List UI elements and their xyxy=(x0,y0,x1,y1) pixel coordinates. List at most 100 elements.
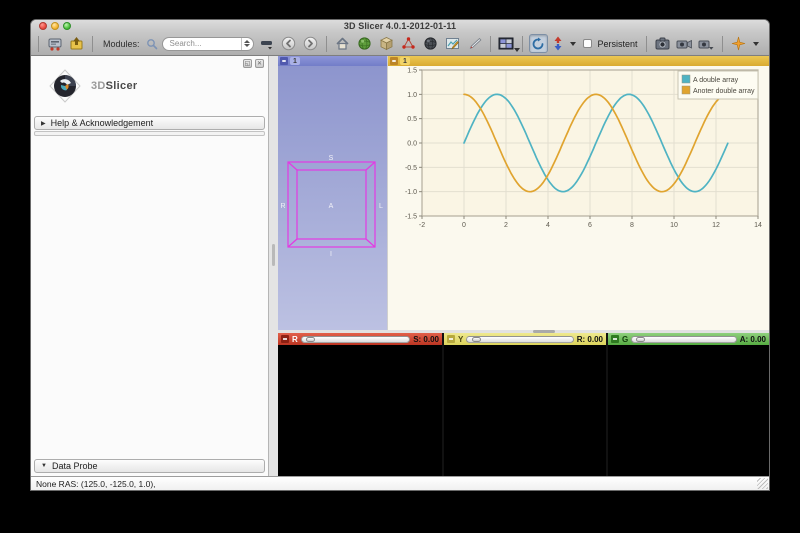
camera-icon xyxy=(655,37,670,50)
toolbar-separator xyxy=(490,36,491,52)
module-mesh-button[interactable] xyxy=(421,34,440,53)
panel-close-icon[interactable]: ✕ xyxy=(255,59,264,68)
svg-text:-1.0: -1.0 xyxy=(405,189,417,196)
orientation-letter-a: A xyxy=(329,203,334,210)
module-measure-button[interactable] xyxy=(465,34,484,53)
persistent-label: Persistent xyxy=(598,39,638,49)
threed-view-tab[interactable]: 1 xyxy=(290,57,300,65)
persistent-checkbox[interactable] xyxy=(583,39,592,48)
dropdown-caret-icon[interactable] xyxy=(753,42,759,46)
scene-view-restore-icon xyxy=(698,37,715,50)
module-models-button[interactable] xyxy=(355,34,374,53)
svg-text:0: 0 xyxy=(462,222,466,229)
toolbar-separator xyxy=(522,36,523,52)
modules-label: Modules: xyxy=(103,39,140,49)
green-slice-view: G A: 0.00 xyxy=(608,333,769,476)
resize-grip[interactable] xyxy=(757,478,768,489)
pin-icon[interactable] xyxy=(280,57,288,65)
restore-scene-view-button[interactable] xyxy=(697,34,716,53)
home-icon xyxy=(335,36,350,51)
save-button[interactable] xyxy=(67,34,86,53)
red-slice-view: R S: 0.00 xyxy=(278,333,442,476)
combobox-stepper-icon xyxy=(241,38,253,50)
module-panel: ◱ ✕ 3DSlicer ▶ Help & Ac xyxy=(31,56,269,476)
chart-view-tab[interactable]: 1 xyxy=(400,57,410,65)
slider-handle[interactable] xyxy=(636,337,645,342)
minimize-window-button[interactable] xyxy=(51,22,59,30)
svg-text:0.5: 0.5 xyxy=(407,116,417,123)
main-area: ◱ ✕ 3DSlicer ▶ Help & Ac xyxy=(31,56,769,476)
green-slice-controller: G A: 0.00 xyxy=(608,333,769,345)
chart-view-header: 1 xyxy=(388,56,769,66)
yellow-slice-view: Y R: 0.00 xyxy=(444,333,606,476)
pin-icon[interactable] xyxy=(390,57,398,65)
svg-text:10: 10 xyxy=(670,222,678,229)
editor-chart-icon xyxy=(445,36,460,51)
screenshot-button[interactable] xyxy=(653,34,672,53)
splitter-handle[interactable] xyxy=(272,244,275,266)
svg-text:-2: -2 xyxy=(419,222,425,229)
chart-viewport[interactable]: -202468101214-1.5-1.0-0.50.00.51.01.5A d… xyxy=(388,66,769,330)
pin-icon[interactable] xyxy=(447,335,455,343)
slice-offset-slider[interactable] xyxy=(466,336,573,343)
modules-search-combobox[interactable]: Search... xyxy=(162,37,254,51)
dark-sphere-icon xyxy=(423,36,438,51)
collapse-arrow-icon: ▼ xyxy=(41,463,47,469)
app-window: 3D Slicer 4.0.1-2012-01-11 xyxy=(30,19,770,491)
layout-selector-button[interactable] xyxy=(497,34,516,53)
zoom-window-button[interactable] xyxy=(63,22,71,30)
splitter-handle[interactable] xyxy=(533,330,555,333)
rotate-mode-button[interactable] xyxy=(529,34,548,53)
svg-text:0.0: 0.0 xyxy=(407,141,417,148)
home-module-button[interactable] xyxy=(333,34,352,53)
pin-icon[interactable] xyxy=(611,335,619,343)
dropdown-caret-icon[interactable] xyxy=(570,42,576,46)
data-probe-section[interactable]: ▼ Data Probe xyxy=(34,459,265,473)
slice-view-label: R xyxy=(292,335,298,344)
svg-text:1.0: 1.0 xyxy=(407,92,417,99)
orientation-letter-s: S xyxy=(329,155,334,162)
scene-view-button[interactable] xyxy=(675,34,694,53)
crosshair-button[interactable] xyxy=(729,34,748,53)
svg-text:12: 12 xyxy=(712,222,720,229)
module-volumes-button[interactable] xyxy=(377,34,396,53)
pencil-icon xyxy=(467,36,482,51)
slice-offset-slider[interactable] xyxy=(631,336,737,343)
view-layout-area: 1 xyxy=(278,56,769,476)
yellow-slice-viewport[interactable] xyxy=(444,345,606,476)
green-slice-viewport[interactable] xyxy=(608,345,769,476)
annotations-nodes-icon xyxy=(401,36,416,51)
yellow-slice-controller: Y R: 0.00 xyxy=(444,333,606,345)
slice-offset-slider[interactable] xyxy=(301,336,410,343)
module-search-button[interactable] xyxy=(145,34,159,53)
slicer-logo-icon xyxy=(47,68,83,104)
module-editor-button[interactable] xyxy=(443,34,462,53)
close-window-button[interactable] xyxy=(39,22,47,30)
panel-splitter[interactable] xyxy=(269,56,278,476)
help-acknowledgement-section[interactable]: ▶ Help & Acknowledgement xyxy=(34,116,265,130)
search-icon xyxy=(146,38,158,50)
toolbar-separator xyxy=(326,36,327,52)
module-forward-button[interactable] xyxy=(301,34,320,53)
red-slice-viewport[interactable] xyxy=(278,345,442,476)
slice-offset-value: A: 0.00 xyxy=(740,335,766,344)
load-data-button[interactable] xyxy=(45,34,64,53)
slider-handle[interactable] xyxy=(306,337,315,342)
collapse-arrow-icon: ▶ xyxy=(41,120,46,127)
title-bar[interactable]: 3D Slicer 4.0.1-2012-01-11 xyxy=(31,20,769,32)
help-section-label: Help & Acknowledgement xyxy=(51,118,154,128)
pin-icon[interactable] xyxy=(281,335,289,343)
slicer-logo-text: 3DSlicer xyxy=(91,80,137,92)
module-back-button[interactable] xyxy=(279,34,298,53)
slider-handle[interactable] xyxy=(472,337,481,342)
svg-text:4: 4 xyxy=(546,222,550,229)
row-splitter[interactable] xyxy=(278,330,769,333)
threed-viewport[interactable]: S I R A L xyxy=(278,66,387,330)
dropdown-caret-icon xyxy=(514,48,520,52)
module-annotations-button[interactable] xyxy=(399,34,418,53)
orientation-letter-l: L xyxy=(379,203,383,210)
panel-undock-icon[interactable]: ◱ xyxy=(243,59,252,68)
crosshair-star-icon xyxy=(731,36,746,51)
place-mode-button[interactable] xyxy=(551,34,565,53)
module-history-button[interactable] xyxy=(257,34,276,53)
